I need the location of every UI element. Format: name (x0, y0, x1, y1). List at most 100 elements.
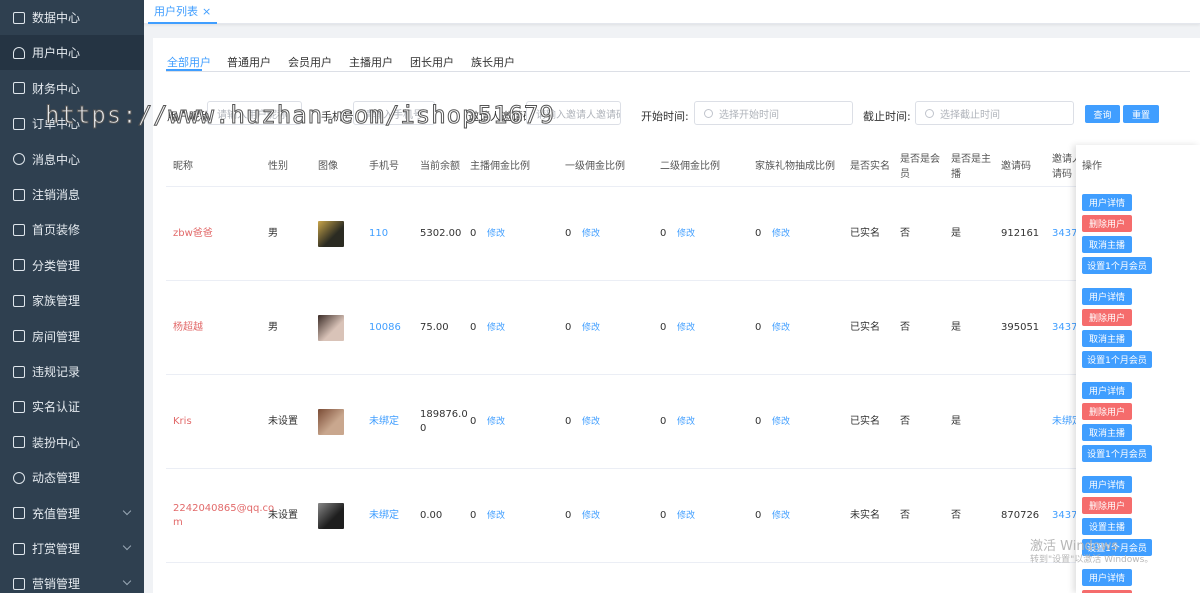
phone-cell[interactable]: 10086 (369, 321, 401, 335)
phone-cell[interactable]: 未绑定 (369, 415, 399, 429)
tab-leader-users[interactable]: 团长用户 (410, 54, 454, 70)
sidebar-item-14[interactable]: 充值管理 (0, 496, 144, 531)
header-anchor-ratio: 主播佣金比例 (470, 161, 530, 172)
end-time-picker[interactable]: 选择截止时间 (915, 101, 1074, 125)
header-invite-code: 邀请码 (1001, 161, 1031, 172)
gift-icon (13, 542, 25, 555)
user-detail-button[interactable]: 用户详情 (1082, 194, 1132, 211)
sidebar-item-9[interactable]: 房间管理 (0, 319, 144, 354)
edit-level1-ratio-link[interactable]: 修改 (582, 227, 600, 241)
edit-level2-ratio-link[interactable]: 修改 (677, 227, 695, 241)
tab-user-list[interactable]: 用户列表 × (148, 0, 218, 24)
tab-bar: 用户列表 × (144, 0, 1200, 24)
edit-level2-ratio-link[interactable]: 修改 (677, 321, 695, 335)
anchor-ratio-cell: 0 (470, 228, 477, 239)
edit-family-ratio-link[interactable]: 修改 (772, 509, 790, 523)
sidebar-item-10[interactable]: 违规记录 (0, 354, 144, 389)
clock-icon (925, 108, 934, 118)
avatar (318, 409, 344, 435)
gender-cell: 未设置 (268, 416, 298, 427)
tab-user-list-label: 用户列表 (154, 5, 198, 18)
sidebar-item-label: 数据中心 (32, 11, 81, 25)
delete-user-button[interactable]: 删除用户 (1082, 497, 1132, 514)
group-icon (13, 294, 25, 307)
phone-cell[interactable]: 110 (369, 227, 388, 241)
sidebar-item-2[interactable]: 财务中心 (0, 71, 144, 106)
edit-anchor-ratio-link[interactable]: 修改 (487, 321, 505, 335)
user-detail-button[interactable]: 用户详情 (1082, 382, 1132, 399)
gender-cell: 男 (268, 322, 278, 333)
nickname-cell[interactable]: Kris (173, 415, 192, 429)
invite-code-cell: 395051 (1001, 322, 1040, 333)
user-detail-button[interactable]: 用户详情 (1082, 288, 1132, 305)
nickname-input[interactable]: 请输入用户昵称 (207, 101, 302, 125)
invite-code-input[interactable]: 请输入邀请人邀请码 (526, 101, 621, 125)
phone-input[interactable]: 请输入手机号 (353, 101, 435, 125)
row-divider (166, 280, 1190, 281)
set-membership-button[interactable]: 设置1个月会员 (1082, 351, 1152, 368)
header-family-ratio: 家族礼物抽成比例 (755, 161, 835, 172)
tab-member-users[interactable]: 会员用户 (288, 54, 332, 70)
delete-user-button[interactable]: 删除用户 (1082, 309, 1132, 326)
reset-button[interactable]: 重置 (1123, 105, 1159, 123)
sidebar-item-1[interactable]: 用户中心 (0, 35, 144, 71)
user-detail-button[interactable]: 用户详情 (1082, 476, 1132, 493)
tab-normal-users[interactable]: 普通用户 (227, 54, 271, 70)
sidebar-item-15[interactable]: 打赏管理 (0, 531, 144, 566)
edit-level1-ratio-link[interactable]: 修改 (582, 509, 600, 523)
dashboard-icon (13, 11, 25, 24)
toggle-anchor-button[interactable]: 设置主播 (1082, 518, 1132, 535)
sidebar-item-6[interactable]: 首页装修 (0, 212, 144, 247)
edit-anchor-ratio-link[interactable]: 修改 (487, 509, 505, 523)
sidebar-item-12[interactable]: 装扮中心 (0, 425, 144, 460)
nickname-cell[interactable]: zbw爸爸 (173, 227, 213, 241)
sidebar-item-label: 首页装修 (32, 223, 81, 238)
start-time-picker[interactable]: 选择开始时间 (694, 101, 853, 125)
header-nickname: 昵称 (173, 161, 193, 172)
delete-user-button[interactable]: 删除用户 (1082, 403, 1132, 420)
sidebar-item-3[interactable]: 订单中心 (0, 106, 144, 141)
level1-ratio-cell: 0 (565, 416, 572, 427)
sidebar-item-label: 房间管理 (32, 329, 81, 344)
sidebar-item-16[interactable]: 营销管理 (0, 566, 144, 593)
toggle-anchor-button[interactable]: 取消主播 (1082, 424, 1132, 441)
invite-code-cell: 870726 (1001, 510, 1040, 521)
edit-level1-ratio-link[interactable]: 修改 (582, 415, 600, 429)
edit-family-ratio-link[interactable]: 修改 (772, 321, 790, 335)
sidebar-item-0[interactable]: 数据中心 (0, 0, 144, 35)
chevron-down-icon (122, 577, 132, 586)
nickname-cell[interactable]: 2242040865@qq.co (173, 502, 274, 516)
edit-anchor-ratio-link[interactable]: 修改 (487, 227, 505, 241)
edit-level1-ratio-link[interactable]: 修改 (582, 321, 600, 335)
anchor-ratio-cell: 0 (470, 510, 477, 521)
tab-patriarch-users[interactable]: 族长用户 (471, 54, 515, 70)
edit-family-ratio-link[interactable]: 修改 (772, 415, 790, 429)
edit-family-ratio-link[interactable]: 修改 (772, 227, 790, 241)
sidebar-item-7[interactable]: 分类管理 (0, 248, 144, 283)
set-membership-button[interactable]: 设置1个月会员 (1082, 445, 1152, 462)
close-icon[interactable]: × (202, 5, 211, 18)
sidebar-item-5[interactable]: 注销消息 (0, 177, 144, 212)
sidebar-item-label: 打赏管理 (32, 542, 81, 556)
sidebar-item-4[interactable]: 消息中心 (0, 142, 144, 177)
gender-cell: 未设置 (268, 510, 298, 521)
sidebar-item-13[interactable]: 动态管理 (0, 460, 144, 495)
toggle-anchor-button[interactable]: 取消主播 (1082, 236, 1132, 253)
end-time-label: 截止时间: (863, 110, 911, 123)
search-button[interactable]: 查询 (1085, 105, 1120, 123)
edit-anchor-ratio-link[interactable]: 修改 (487, 415, 505, 429)
sidebar-item-11[interactable]: 实名认证 (0, 389, 144, 424)
delete-user-button[interactable]: 删除用户 (1082, 215, 1132, 232)
nickname-cell[interactable]: 杨超越 (173, 321, 203, 335)
tab-all-users[interactable]: 全部用户 (167, 54, 211, 70)
edit-level2-ratio-link[interactable]: 修改 (677, 509, 695, 523)
sidebar-item-8[interactable]: 家族管理 (0, 283, 144, 318)
edit-level2-ratio-link[interactable]: 修改 (677, 415, 695, 429)
tab-anchor-users[interactable]: 主播用户 (349, 54, 393, 70)
level2-ratio-cell: 0 (660, 510, 667, 521)
verified-cell: 已实名 (850, 322, 880, 333)
set-membership-button[interactable]: 设置1个月会员 (1082, 257, 1152, 274)
user-detail-button[interactable]: 用户详情 (1082, 569, 1132, 586)
phone-cell[interactable]: 未绑定 (369, 509, 399, 523)
toggle-anchor-button[interactable]: 取消主播 (1082, 330, 1132, 347)
